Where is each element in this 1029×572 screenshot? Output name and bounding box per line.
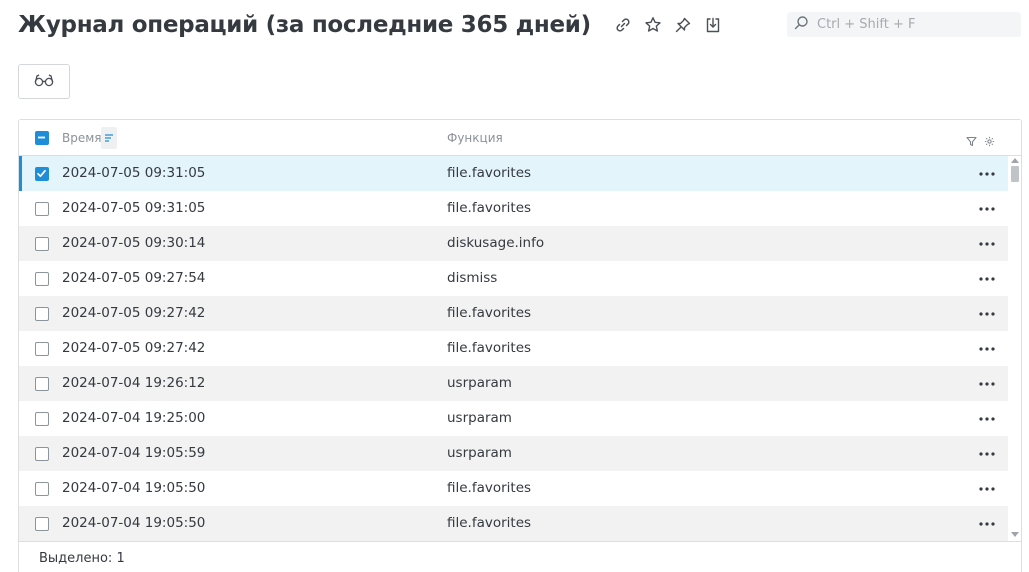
gear-icon[interactable] bbox=[984, 132, 995, 151]
star-icon[interactable] bbox=[643, 15, 663, 35]
grid-footer: Выделено: 1 bbox=[19, 541, 1021, 572]
cell-function: file.favorites bbox=[447, 200, 532, 216]
cell-function: file.favorites bbox=[447, 515, 532, 531]
cell-time: 2024-07-05 09:31:05 bbox=[62, 200, 206, 216]
table-row[interactable]: 2024-07-05 09:31:05 file.favorites bbox=[19, 156, 1008, 191]
row-checkbox[interactable] bbox=[35, 307, 49, 321]
row-checkbox[interactable] bbox=[35, 447, 49, 461]
cell-function: usrparam bbox=[447, 375, 512, 391]
cell-function: diskusage.info bbox=[447, 235, 545, 251]
table-row[interactable]: 2024-07-04 19:26:12 usrparam bbox=[19, 366, 1008, 401]
table-row[interactable]: 2024-07-05 09:27:42 file.favorites bbox=[19, 296, 1008, 331]
row-checkbox[interactable] bbox=[35, 517, 49, 531]
cell-time: 2024-07-05 09:30:14 bbox=[62, 235, 206, 251]
grid-rows: 2024-07-05 09:31:05 file.favorites 2024-07… bbox=[19, 156, 1008, 541]
page-title: Журнал операций (за последние 365 дней) bbox=[18, 12, 591, 38]
cell-time: 2024-07-04 19:26:12 bbox=[62, 375, 206, 391]
cell-function: file.favorites bbox=[447, 165, 532, 181]
row-checkbox[interactable] bbox=[35, 482, 49, 496]
more-icon[interactable] bbox=[976, 411, 998, 427]
page-header: Журнал операций (за последние 365 дней) bbox=[18, 8, 723, 42]
selection-count: Выделено: 1 bbox=[39, 551, 125, 566]
cell-time: 2024-07-04 19:25:00 bbox=[62, 410, 206, 426]
cell-function: usrparam bbox=[447, 410, 512, 426]
column-header-time[interactable]: Время bbox=[62, 131, 102, 145]
row-checkbox[interactable] bbox=[35, 377, 49, 391]
scroll-thumb[interactable] bbox=[1011, 166, 1019, 182]
cell-time: 2024-07-05 09:27:54 bbox=[62, 270, 206, 286]
more-icon[interactable] bbox=[976, 271, 998, 287]
row-checkbox[interactable] bbox=[35, 412, 49, 426]
cell-time: 2024-07-04 19:05:50 bbox=[62, 480, 206, 496]
more-icon[interactable] bbox=[976, 446, 998, 462]
table-row[interactable]: 2024-07-05 09:27:42 file.favorites bbox=[19, 331, 1008, 366]
cell-function: file.favorites bbox=[447, 480, 532, 496]
row-checkbox[interactable] bbox=[35, 342, 49, 356]
column-header-function[interactable]: Функция bbox=[447, 131, 503, 145]
export-icon[interactable] bbox=[703, 15, 723, 35]
row-checkbox[interactable] bbox=[35, 167, 49, 181]
table-row[interactable]: 2024-07-04 19:25:00 usrparam bbox=[19, 401, 1008, 436]
cell-function: file.favorites bbox=[447, 340, 532, 356]
table-row[interactable]: 2024-07-05 09:31:05 file.favorites bbox=[19, 191, 1008, 226]
scroll-down-arrow[interactable] bbox=[1011, 532, 1019, 537]
link-icon[interactable] bbox=[613, 15, 633, 35]
more-icon[interactable] bbox=[976, 516, 998, 532]
cell-time: 2024-07-05 09:27:42 bbox=[62, 340, 206, 356]
search-box[interactable] bbox=[787, 12, 1021, 37]
more-icon[interactable] bbox=[976, 236, 998, 252]
more-icon[interactable] bbox=[976, 481, 998, 497]
more-icon[interactable] bbox=[976, 166, 998, 182]
table-row[interactable]: 2024-07-05 09:30:14 diskusage.info bbox=[19, 226, 1008, 261]
table-row[interactable]: 2024-07-04 19:05:50 file.favorites bbox=[19, 471, 1008, 506]
more-icon[interactable] bbox=[976, 376, 998, 392]
cell-time: 2024-07-04 19:05:59 bbox=[62, 445, 206, 461]
row-checkbox[interactable] bbox=[35, 272, 49, 286]
table-row[interactable]: 2024-07-04 19:05:59 usrparam bbox=[19, 436, 1008, 471]
grid-header: Время Функция bbox=[19, 120, 1021, 156]
pin-icon[interactable] bbox=[673, 15, 693, 35]
more-icon[interactable] bbox=[976, 306, 998, 322]
cell-time: 2024-07-04 19:05:50 bbox=[62, 515, 206, 531]
cell-function: dismiss bbox=[447, 270, 498, 286]
view-mode-button[interactable] bbox=[18, 64, 70, 99]
more-icon[interactable] bbox=[976, 201, 998, 217]
cell-function: file.favorites bbox=[447, 305, 532, 321]
row-checkbox[interactable] bbox=[35, 237, 49, 251]
operations-grid: Время Функция 2024-07-05 09:31:05 file.fa… bbox=[18, 119, 1022, 572]
filter-icon[interactable] bbox=[966, 132, 977, 151]
scroll-up-arrow[interactable] bbox=[1011, 158, 1019, 163]
cell-time: 2024-07-05 09:31:05 bbox=[62, 165, 206, 181]
more-icon[interactable] bbox=[976, 341, 998, 357]
search-icon bbox=[793, 15, 809, 35]
table-row[interactable]: 2024-07-05 09:27:54 dismiss bbox=[19, 261, 1008, 296]
cell-time: 2024-07-05 09:27:42 bbox=[62, 305, 206, 321]
glasses-icon bbox=[33, 72, 55, 91]
title-actions bbox=[613, 15, 723, 35]
table-row[interactable]: 2024-07-04 19:05:50 file.favorites bbox=[19, 506, 1008, 541]
sort-icon[interactable] bbox=[101, 127, 117, 149]
select-all-checkbox[interactable] bbox=[35, 131, 49, 145]
row-checkbox[interactable] bbox=[35, 202, 49, 216]
cell-function: usrparam bbox=[447, 445, 512, 461]
search-input[interactable] bbox=[817, 17, 1007, 32]
vertical-scrollbar[interactable] bbox=[1009, 156, 1021, 541]
